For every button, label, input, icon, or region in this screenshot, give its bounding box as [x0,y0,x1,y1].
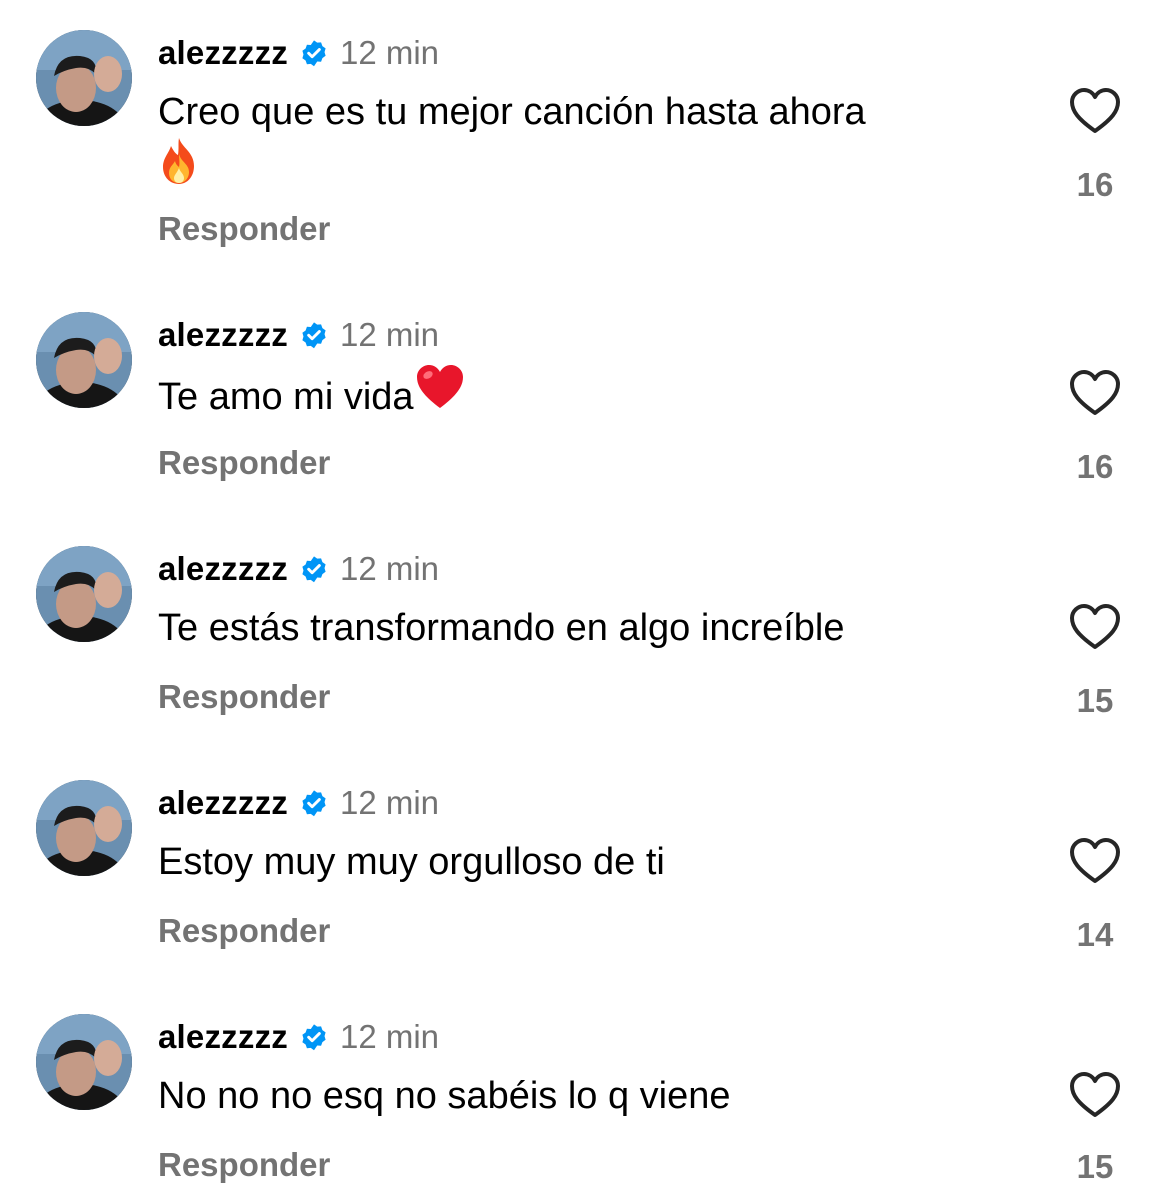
avatar[interactable] [36,780,132,876]
like-count: 14 [1076,916,1114,953]
username[interactable]: alezzzzz [158,34,288,72]
username[interactable]: alezzzzz [158,316,288,354]
heart-outline-icon[interactable] [1068,1070,1122,1120]
verified-badge-icon [302,790,326,817]
comment-text: Creo que es tu mejor canción hasta ahora [158,91,866,133]
heart-outline-icon[interactable] [1068,368,1122,418]
comment-text: No no no esq no sabéis lo q viene [158,1075,731,1117]
timestamp: 12 min [339,550,440,587]
verified-badge-icon [302,1024,326,1051]
username[interactable]: alezzzzz [158,550,288,588]
reply-button[interactable]: Responder [158,912,330,950]
like-count: 16 [1076,166,1114,203]
comment-text: Te amo mi vida [158,376,414,419]
avatar[interactable] [36,312,132,408]
comment-text: Te estás transformando en algo increíble [158,607,845,649]
comment-text-block: Te amo mi vida [158,365,998,432]
like-count: 15 [1076,682,1114,719]
heart-outline-icon[interactable] [1068,602,1122,652]
username[interactable]: alezzzzz [158,784,288,822]
heart-outline-icon[interactable] [1068,86,1122,136]
reply-button[interactable]: Responder [158,210,330,248]
heart-outline-icon[interactable] [1068,836,1122,886]
timestamp: 12 min [339,34,440,71]
verified-badge-icon [302,556,326,583]
avatar[interactable] [36,1014,132,1110]
reply-button[interactable]: Responder [158,678,330,716]
reply-button[interactable]: Responder [158,444,330,482]
comment-text-block: Creo que es tu mejor canción hasta ahora [158,84,998,206]
fire-emoji [158,136,200,202]
reply-button[interactable]: Responder [158,1146,330,1184]
timestamp: 12 min [339,1018,440,1055]
avatar[interactable] [36,546,132,642]
verified-badge-icon [302,40,326,67]
timestamp: 12 min [339,784,440,821]
like-count: 15 [1076,1148,1114,1185]
avatar[interactable] [36,30,132,126]
username[interactable]: alezzzzz [158,1018,288,1056]
timestamp: 12 min [339,316,440,353]
comment-text: Estoy muy muy orgulloso de ti [158,841,665,883]
verified-badge-icon [302,322,326,349]
red-heart-emoji [414,362,466,428]
like-count: 16 [1076,448,1114,485]
